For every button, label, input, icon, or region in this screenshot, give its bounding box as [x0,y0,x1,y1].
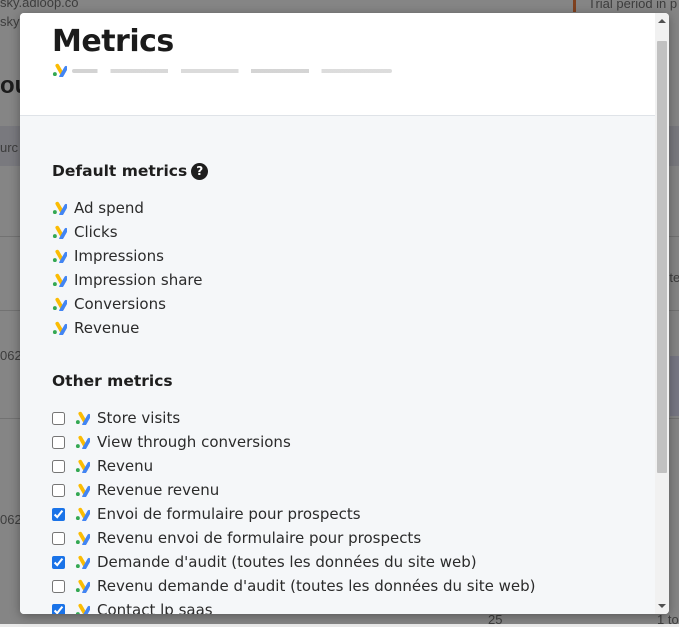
metric-checkbox[interactable] [52,435,65,449]
metric-checkbox[interactable] [52,531,65,545]
default-metric-label: Clicks [74,223,118,241]
metric-checkbox[interactable] [52,411,65,425]
modal-title: Metrics [52,24,174,59]
metric-checkbox[interactable] [52,555,65,569]
modal-body: Default metrics? Ad spend Clicks Impressio… [20,116,655,614]
google-ads-icon [75,531,90,545]
other-metric-item[interactable]: Revenu [52,454,153,478]
other-metric-label: Revenue revenu [97,481,220,499]
metric-checkbox[interactable] [52,603,65,614]
google-ads-icon [75,507,90,521]
google-ads-icon [52,297,67,311]
other-metric-label: Revenu envoi de formulaire pour prospect… [97,529,422,547]
other-metric-item[interactable]: View through conversions [52,430,291,454]
other-metric-item[interactable]: Store visits [52,406,180,430]
google-ads-icon [52,63,67,77]
default-metric-label: Impressions [74,247,164,265]
modal-header: Metrics [20,13,655,116]
metric-checkbox[interactable] [52,459,65,473]
default-metric-item: Revenue [52,316,139,340]
other-metrics-heading: Other metrics [52,372,173,390]
default-metric-item: Impressions [52,244,164,268]
metric-checkbox[interactable] [52,507,65,521]
google-ads-icon [75,555,90,569]
other-metric-label: Revenu demande d'audit (toutes les donné… [97,577,536,595]
google-ads-icon [52,321,67,335]
other-metric-item[interactable]: Revenu envoi de formulaire pour prospect… [52,526,421,550]
metric-checkbox[interactable] [52,483,65,497]
google-ads-icon [75,411,90,425]
google-ads-icon [75,603,90,614]
default-metric-item: Clicks [52,220,118,244]
redacted-account-name [72,69,392,73]
scroll-down-arrow-icon[interactable] [658,604,666,608]
google-ads-icon [75,435,90,449]
other-metric-label: Contact lp saas [97,601,213,614]
scroll-up-arrow-icon[interactable] [658,19,666,23]
other-metric-item[interactable]: Revenu demande d'audit (toutes les donné… [52,574,536,598]
other-metric-label: View through conversions [97,433,291,451]
other-metric-label: Revenu [97,457,154,475]
google-ads-icon [52,201,67,215]
other-metric-label: Store visits [97,409,181,427]
default-metric-label: Ad spend [74,199,144,217]
default-metrics-label: Default metrics [52,162,188,180]
question-circle-icon[interactable]: ? [191,163,209,180]
other-metric-item[interactable]: Revenue revenu [52,478,219,502]
google-ads-icon [75,483,90,497]
other-metric-item[interactable]: Envoi de formulaire pour prospects [52,502,361,526]
modal-subtitle [52,63,412,79]
other-metric-label: Demande d'audit (toutes les données du s… [97,553,477,571]
default-metric-label: Conversions [74,295,166,313]
default-metric-item: Impression share [52,268,202,292]
modal-scrollbar[interactable] [655,13,669,614]
google-ads-icon [75,459,90,473]
metric-checkbox[interactable] [52,579,65,593]
other-metric-item[interactable]: Demande d'audit (toutes les données du s… [52,550,477,574]
default-metric-label: Revenue [74,319,140,337]
google-ads-icon [52,273,67,287]
other-metric-item[interactable]: Contact lp saas [52,598,213,614]
default-metric-label: Impression share [74,271,203,289]
google-ads-icon [75,579,90,593]
scroll-thumb[interactable] [657,41,667,473]
default-metric-item: Ad spend [52,196,144,220]
default-metric-item: Conversions [52,292,166,316]
metrics-modal: Metrics Default metrics? Ad spend Clicks I… [20,13,669,614]
other-metric-label: Envoi de formulaire pour prospects [97,505,361,523]
default-metrics-heading: Default metrics? [52,162,209,180]
google-ads-icon [52,249,67,263]
google-ads-icon [52,225,67,239]
